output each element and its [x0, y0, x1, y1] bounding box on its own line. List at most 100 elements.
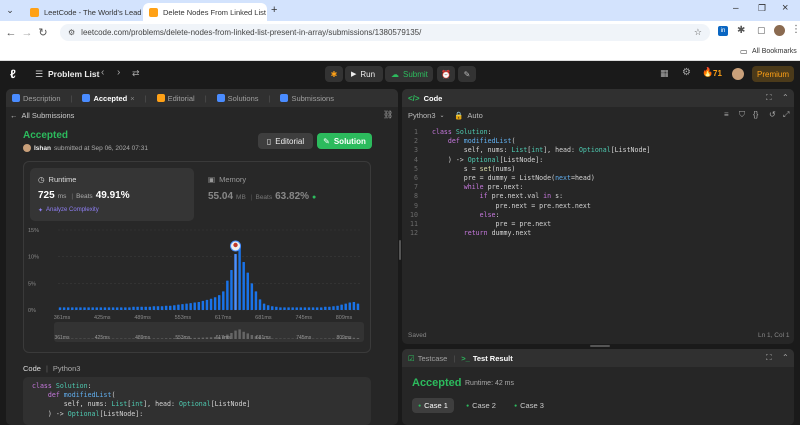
browser-tab-problem[interactable]: Delete Nodes From Linked List ×	[143, 3, 267, 21]
histogram-bar	[95, 307, 98, 310]
timer-button[interactable]: ⏰	[437, 66, 455, 82]
list-icon: ☰	[35, 69, 44, 79]
layout-icon[interactable]: ▦	[660, 68, 669, 79]
mini-bar	[193, 337, 196, 339]
auto-mode-toggle[interactable]: 🔒 Auto	[454, 111, 483, 120]
notes-button[interactable]: ✎	[458, 66, 476, 82]
memory-header[interactable]: ▣ Memory	[208, 175, 246, 184]
x-tick-label: 681ms	[255, 315, 272, 321]
collapse-panel-icon[interactable]: ⌃	[782, 353, 789, 362]
tab-submissions[interactable]: Submissions	[280, 94, 334, 103]
runtime-box[interactable]: ◷ Runtime 725 ms | Beats 49.91% ✦ Analyze …	[30, 168, 194, 221]
histogram-bar	[295, 307, 298, 310]
leetcode-favicon-icon	[149, 7, 158, 17]
tab-solutions[interactable]: Solutions	[216, 94, 259, 103]
debug-button[interactable]: ✱	[325, 66, 343, 82]
collapse-panel-icon[interactable]: ⌃	[782, 93, 789, 102]
premium-button[interactable]: Premium	[752, 66, 794, 82]
editorial-button[interactable]: ▯ Editorial	[258, 133, 313, 149]
solution-button[interactable]: ✎ Solution	[317, 133, 372, 149]
code-editor[interactable]: 1 class Solution: 2 def modifiedList( 3 s…	[404, 128, 792, 283]
case-2-tab[interactable]: ● Case 2	[460, 398, 502, 413]
back-arrow-icon[interactable]: ←	[3, 27, 19, 39]
window-close-button[interactable]: ×	[782, 2, 788, 14]
memory-beats: 63.82%	[275, 191, 310, 202]
braces-icon[interactable]: {}	[753, 110, 758, 119]
maximize-panel-icon[interactable]: ⛶	[766, 93, 772, 103]
user-avatar[interactable]	[732, 68, 744, 80]
y-tick-label: 15%	[28, 228, 39, 234]
histogram-bar	[246, 272, 249, 310]
lock-icon: 🔒	[454, 111, 464, 120]
vertical-splitter-handle[interactable]	[399, 240, 401, 260]
maximize-button[interactable]: ❐	[758, 3, 766, 14]
next-problem-icon[interactable]: ›	[117, 67, 120, 78]
bookmark-icon[interactable]: ⛉	[739, 110, 745, 120]
browser-tab-leetcode[interactable]: LeetCode - The World's Leading ×	[24, 3, 142, 21]
all-submissions-link[interactable]: ← All Submissions	[10, 111, 74, 120]
note-icon: ✎	[463, 69, 471, 79]
case-3-tab[interactable]: ● Case 3	[508, 398, 550, 413]
description-icon	[12, 94, 20, 102]
profile-avatar[interactable]	[774, 25, 785, 36]
all-bookmarks-link[interactable]: All Bookmarks	[752, 48, 797, 55]
forward-arrow-icon[interactable]: →	[19, 27, 35, 39]
linkedin-extension-icon[interactable]: in	[718, 26, 728, 36]
histogram-bar	[177, 304, 180, 310]
histogram-bar	[234, 254, 237, 310]
test-tab-bar: ☑ Testcase | >_ Test Result	[402, 349, 794, 367]
reload-icon[interactable]: ↻	[35, 26, 51, 39]
tab-editorial[interactable]: Editorial	[156, 94, 195, 103]
user-avatar[interactable]	[23, 144, 31, 152]
bookmark-star-icon[interactable]: ☆	[694, 27, 702, 38]
submit-button[interactable]: ☁ Submit	[385, 66, 433, 82]
histogram-bar	[275, 306, 278, 310]
analyze-complexity-link[interactable]: ✦ Analyze Complexity	[38, 207, 99, 214]
username[interactable]: Ishan	[34, 145, 51, 152]
histogram-bar	[291, 307, 294, 310]
tab-accepted[interactable]: Accepted ×	[82, 94, 135, 103]
folder-icon: ▭	[740, 47, 748, 56]
case-1-tab[interactable]: ● Case 1	[412, 398, 454, 413]
format-icon[interactable]: ≡	[724, 110, 729, 119]
histogram-bar	[250, 283, 254, 310]
tab-description[interactable]: Description	[12, 94, 61, 103]
maximize-panel-icon[interactable]: ⛶	[766, 353, 772, 363]
test-result-status: Accepted	[412, 377, 462, 389]
histogram-bar	[238, 246, 241, 310]
mini-bar	[238, 329, 241, 339]
random-problem-icon[interactable]: ⇄	[132, 68, 140, 79]
address-bar[interactable]: ⚙ leetcode.com/problems/delete-nodes-fro…	[60, 24, 710, 41]
terminal-icon: >_	[461, 353, 470, 363]
prev-problem-icon[interactable]: ‹	[101, 67, 104, 78]
menu-icon[interactable]: ⋮	[791, 24, 800, 35]
submitted-code-preview[interactable]: class Solution: def modifiedList( self, …	[23, 377, 371, 425]
extensions-icon[interactable]: ✱	[737, 25, 745, 36]
leetcode-logo-icon[interactable]: ℓ	[10, 67, 22, 81]
mini-bar	[234, 330, 237, 339]
mini-bar	[169, 338, 172, 339]
run-button[interactable]: ▶ Run	[345, 66, 383, 82]
mini-bar	[246, 333, 249, 339]
code-label: Code	[23, 364, 41, 373]
histogram-bar	[324, 306, 327, 310]
tab-test-result[interactable]: >_ Test Result	[461, 354, 512, 363]
site-info-icon[interactable]: ⚙	[68, 28, 75, 37]
language-select[interactable]: Python3 ⌄	[408, 111, 445, 120]
tab-testcase[interactable]: ☑ Testcase	[408, 354, 447, 363]
histogram-bar	[124, 307, 127, 310]
minimize-button[interactable]: –	[733, 3, 739, 14]
problem-list-link[interactable]: Problem List	[48, 69, 99, 79]
reset-code-icon[interactable]: ↺	[769, 110, 776, 119]
histogram-bar	[103, 307, 107, 310]
sidebar-icon[interactable]: ▢	[757, 25, 766, 36]
settings-gear-icon[interactable]: ⚙	[682, 67, 691, 78]
mini-bar	[242, 331, 245, 339]
tab-search-icon[interactable]: ⌄	[4, 4, 16, 16]
streak-count[interactable]: 71	[713, 69, 722, 78]
share-link-icon[interactable]: ⛓	[383, 110, 393, 119]
close-tab-icon[interactable]: ×	[130, 94, 134, 103]
new-tab-button[interactable]: +	[271, 4, 277, 16]
fullscreen-icon[interactable]: ⤢	[783, 110, 789, 120]
horizontal-splitter-handle[interactable]	[590, 345, 610, 347]
